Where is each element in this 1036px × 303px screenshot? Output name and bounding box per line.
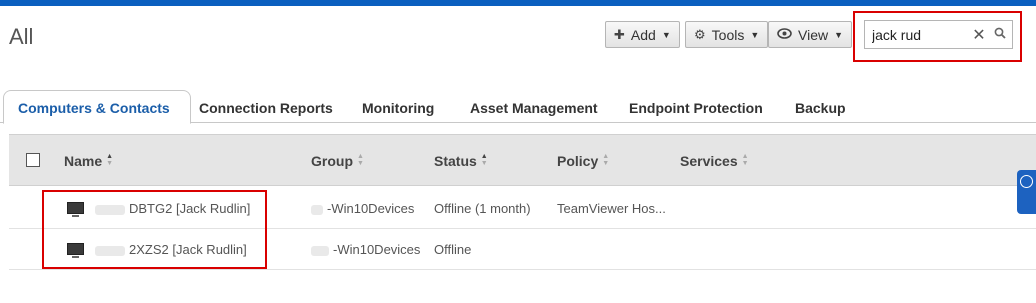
help-tab[interactable]	[1017, 170, 1036, 214]
column-services-label: Services	[680, 153, 738, 169]
column-policy[interactable]: Policy ▲ ▼	[557, 153, 609, 169]
column-status[interactable]: Status ▲ ▼	[434, 153, 488, 169]
device-group: -Win10Devices	[311, 201, 414, 216]
tab-endpoint-protection[interactable]: Endpoint Protection	[629, 100, 763, 116]
redacted-text	[311, 204, 323, 215]
device-policy: TeamViewer Hos...	[557, 201, 666, 216]
column-status-label: Status	[434, 153, 477, 169]
sort-icon: ▲ ▼	[480, 153, 488, 167]
plus-icon: ✚	[614, 26, 625, 42]
tools-button-label: Tools	[711, 26, 745, 43]
device-status: Offline (1 month)	[434, 201, 531, 216]
gear-icon: ⚙	[694, 26, 706, 42]
tab-monitoring[interactable]: Monitoring	[362, 100, 434, 116]
device-group-text: -Win10Devices	[327, 201, 415, 216]
tab-asset-management[interactable]: Asset Management	[470, 100, 598, 116]
search-highlight-box	[853, 11, 1022, 62]
tools-button[interactable]: ⚙ Tools ▼	[685, 21, 769, 48]
chevron-down-icon: ▼	[750, 29, 760, 40]
chevron-down-icon: ▼	[661, 29, 671, 40]
column-group[interactable]: Group ▲ ▼	[311, 153, 364, 169]
redacted-text	[311, 245, 329, 256]
top-accent-bar	[0, 0, 1036, 6]
device-group-text: -Win10Devices	[333, 242, 421, 257]
eye-icon	[777, 27, 792, 42]
tab-connection-reports[interactable]: Connection Reports	[199, 100, 333, 116]
device-group: -Win10Devices	[311, 242, 420, 257]
names-highlight-box	[42, 190, 267, 269]
chevron-down-icon: ▼	[834, 29, 844, 40]
sort-icon: ▲ ▼	[602, 153, 610, 167]
column-name-label: Name	[64, 153, 103, 169]
column-group-label: Group	[311, 153, 353, 169]
sort-icon: ▲ ▼	[741, 153, 749, 167]
tab-computers-contacts[interactable]: Computers & Contacts	[3, 90, 191, 124]
sort-icon: ▲ ▼	[357, 153, 364, 167]
add-button-label: Add	[630, 26, 656, 43]
table-header: Name ▲ ▼ Group ▲ ▼ Status ▲ ▼ Policy ▲ ▼ Ser…	[9, 134, 1036, 186]
sort-icon: ▲ ▼	[106, 153, 114, 167]
device-status: Offline	[434, 242, 472, 257]
column-policy-label: Policy	[557, 153, 599, 169]
page-title: All	[9, 24, 34, 49]
tab-backup[interactable]: Backup	[795, 100, 846, 116]
select-all-checkbox[interactable]	[26, 153, 40, 167]
help-icon	[1020, 175, 1033, 188]
column-services[interactable]: Services ▲ ▼	[680, 153, 749, 169]
view-button[interactable]: View ▼	[768, 21, 853, 48]
view-button-label: View	[798, 26, 829, 43]
column-name[interactable]: Name ▲ ▼	[64, 153, 113, 169]
add-button[interactable]: ✚ Add ▼	[605, 21, 680, 48]
